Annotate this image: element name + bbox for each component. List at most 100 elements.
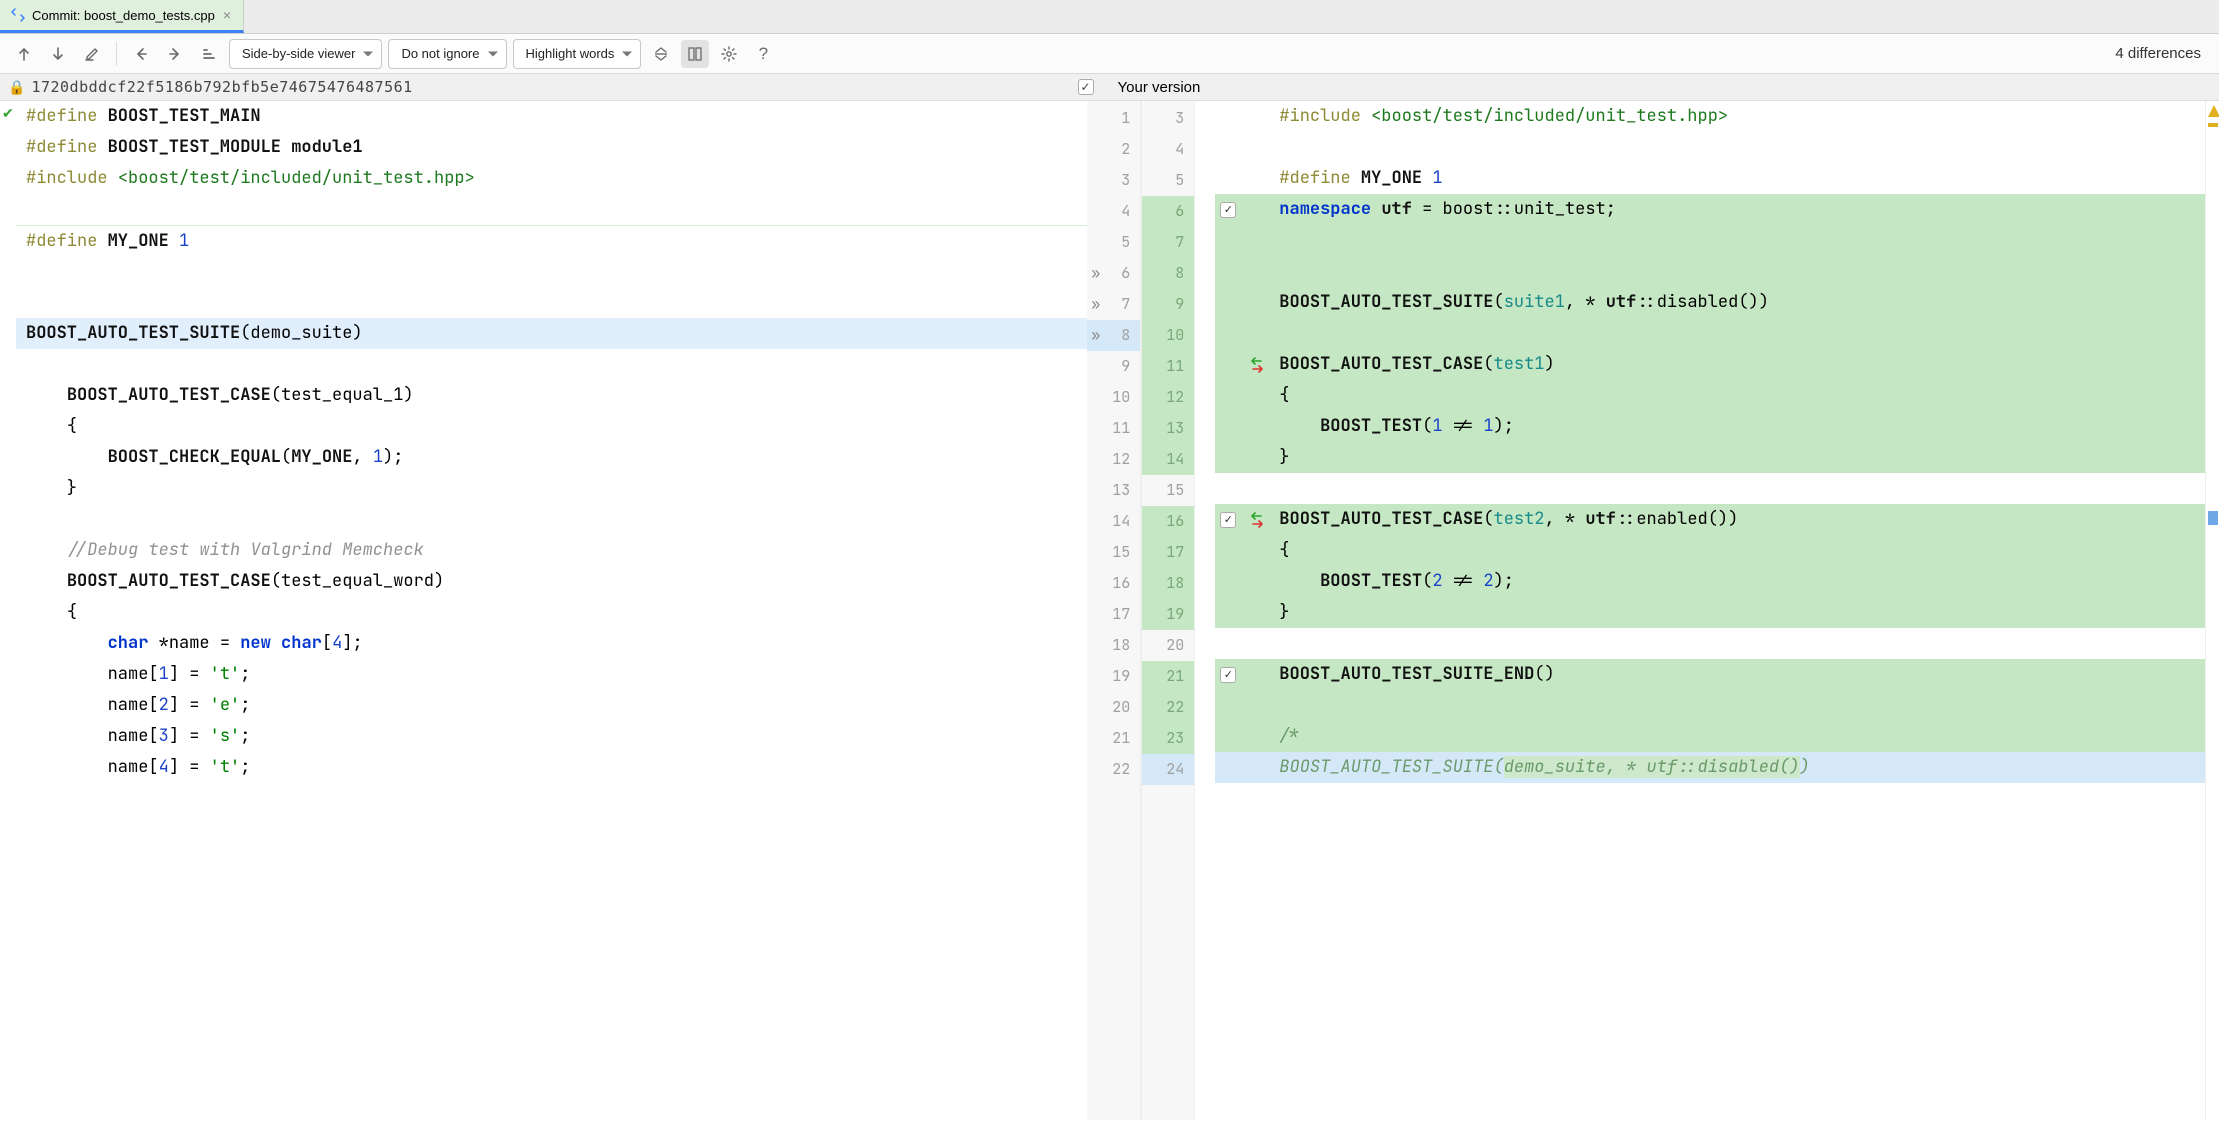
code-line[interactable]: { [1269,380,2219,411]
lock-icon: 🔒 [8,79,25,96]
insert-chevron-icon[interactable]: » [1091,320,1100,351]
code-line[interactable]: #define BOOST_TEST_MODULE module1 [16,132,1087,163]
view-mode-dropdown[interactable]: Side-by-side viewer [229,39,382,69]
code-line[interactable]: //Debug test with Valgrind Memcheck [16,535,1087,566]
line-number: 17 [1142,537,1194,568]
list-button[interactable] [195,40,223,68]
line-number: 18 [1087,630,1140,661]
right-code[interactable]: #include <boost/test/included/unit_test.… [1269,101,2219,1120]
row-swap-cell [1245,535,1269,566]
code-line[interactable] [1269,132,2219,163]
row-checkbox-cell [1215,411,1245,442]
row-checkbox-cell [1215,380,1245,411]
insert-chevron-icon[interactable]: » [1091,258,1100,289]
code-line[interactable] [16,256,1087,287]
close-icon[interactable]: × [223,7,231,23]
line-number: 6 [1142,196,1194,227]
code-line[interactable]: BOOST_AUTO_TEST_CASE(test_equal_word) [16,566,1087,597]
row-swap-cell [1245,628,1269,659]
apply-checkbox[interactable] [1220,202,1236,218]
code-line[interactable]: /* [1269,721,2219,752]
code-line[interactable]: namespace utf = boost::unit_test; [1269,194,2219,225]
code-line[interactable] [16,349,1087,380]
row-swap-cell[interactable] [1245,349,1269,380]
highlight-mode-dropdown[interactable]: Highlight words [513,39,642,69]
help-button[interactable]: ? [749,40,777,68]
code-line[interactable]: BOOST_AUTO_TEST_CASE(test1) [1269,349,2219,380]
code-line[interactable] [1269,225,2219,256]
tab-bar: Commit: boost_demo_tests.cpp × [0,0,2219,34]
row-checkbox-cell [1215,132,1245,163]
code-line[interactable]: #define MY_ONE 1 [16,225,1087,256]
pane-headers: 🔒 1720dbddcf22f5186b792bfb5e746754764875… [0,74,2219,101]
code-line[interactable] [1269,318,2219,349]
code-line[interactable]: #define BOOST_TEST_MAIN [16,101,1087,132]
apply-checkbox[interactable] [1220,667,1236,683]
code-line[interactable]: } [1269,442,2219,473]
code-line[interactable]: { [1269,535,2219,566]
row-checkbox-cell [1215,318,1245,349]
code-line[interactable]: name[3] = 's'; [16,721,1087,752]
code-line[interactable]: } [1269,597,2219,628]
code-line[interactable]: char *name = new char[4]; [16,628,1087,659]
line-number: 16 [1087,568,1140,599]
sync-scroll-button[interactable] [681,40,709,68]
collapse-unchanged-button[interactable] [647,40,675,68]
line-number: 23 [1142,723,1194,754]
line-number: 7» [1087,289,1140,320]
code-line[interactable] [1269,473,2219,504]
warning-marker[interactable] [2208,123,2218,127]
code-line[interactable]: BOOST_AUTO_TEST_SUITE(demo_suite, * utf:… [1269,752,2219,783]
line-number: 16 [1142,506,1194,537]
code-line[interactable]: } [16,473,1087,504]
code-line[interactable]: BOOST_AUTO_TEST_SUITE(suite1, * utf::dis… [1269,287,2219,318]
code-line[interactable] [16,287,1087,318]
change-marker[interactable] [2208,511,2218,525]
code-line[interactable] [16,194,1087,225]
code-line[interactable]: BOOST_TEST(2 != 2); [1269,566,2219,597]
row-checkbox-cell [1215,256,1245,287]
row-checkbox-cell [1215,442,1245,473]
left-header-checkbox[interactable] [1078,79,1094,95]
code-line[interactable] [1269,690,2219,721]
forward-button[interactable] [161,40,189,68]
row-checkbox-cell [1215,659,1245,690]
code-line[interactable]: BOOST_AUTO_TEST_CASE(test_equal_1) [16,380,1087,411]
ignore-mode-dropdown[interactable]: Do not ignore [388,39,506,69]
code-line[interactable] [16,504,1087,535]
help-icon: ? [759,44,768,64]
code-line[interactable]: BOOST_AUTO_TEST_SUITE(demo_suite) [16,318,1087,349]
diff-toolbar: Side-by-side viewer Do not ignore Highli… [0,34,2219,74]
back-button[interactable] [127,40,155,68]
line-number: 13 [1142,413,1194,444]
apply-checkbox[interactable] [1220,512,1236,528]
row-swap-cell [1245,597,1269,628]
code-line[interactable]: #include <boost/test/included/unit_test.… [16,163,1087,194]
code-line[interactable]: { [16,411,1087,442]
code-line[interactable]: BOOST_AUTO_TEST_CASE(test2, * utf::enabl… [1269,504,2219,535]
line-number: 5 [1087,227,1140,258]
edit-button[interactable] [78,40,106,68]
code-line[interactable]: { [16,597,1087,628]
code-line[interactable]: #define MY_ONE 1 [1269,163,2219,194]
left-code[interactable]: #define BOOST_TEST_MAIN#define BOOST_TES… [0,101,1087,1120]
code-line[interactable] [1269,256,2219,287]
row-checkbox-cell [1215,473,1245,504]
tab-commit-file[interactable]: Commit: boost_demo_tests.cpp × [0,0,244,33]
code-line[interactable]: BOOST_AUTO_TEST_SUITE_END() [1269,659,2219,690]
prev-diff-button[interactable] [10,40,38,68]
settings-button[interactable] [715,40,743,68]
code-line[interactable]: name[2] = 'e'; [16,690,1087,721]
code-line[interactable] [1269,628,2219,659]
insert-chevron-icon[interactable]: » [1091,289,1100,320]
code-line[interactable]: BOOST_CHECK_EQUAL(MY_ONE, 1); [16,442,1087,473]
warning-icon[interactable] [2208,105,2219,117]
row-swap-cell[interactable] [1245,504,1269,535]
code-line[interactable]: BOOST_TEST(1 != 1); [1269,411,2219,442]
code-line[interactable]: #include <boost/test/included/unit_test.… [1269,101,2219,132]
code-line[interactable]: name[1] = 't'; [16,659,1087,690]
row-checkbox-cell [1215,101,1245,132]
line-number: 10 [1142,320,1194,351]
code-line[interactable]: name[4] = 't'; [16,752,1087,783]
next-diff-button[interactable] [44,40,72,68]
